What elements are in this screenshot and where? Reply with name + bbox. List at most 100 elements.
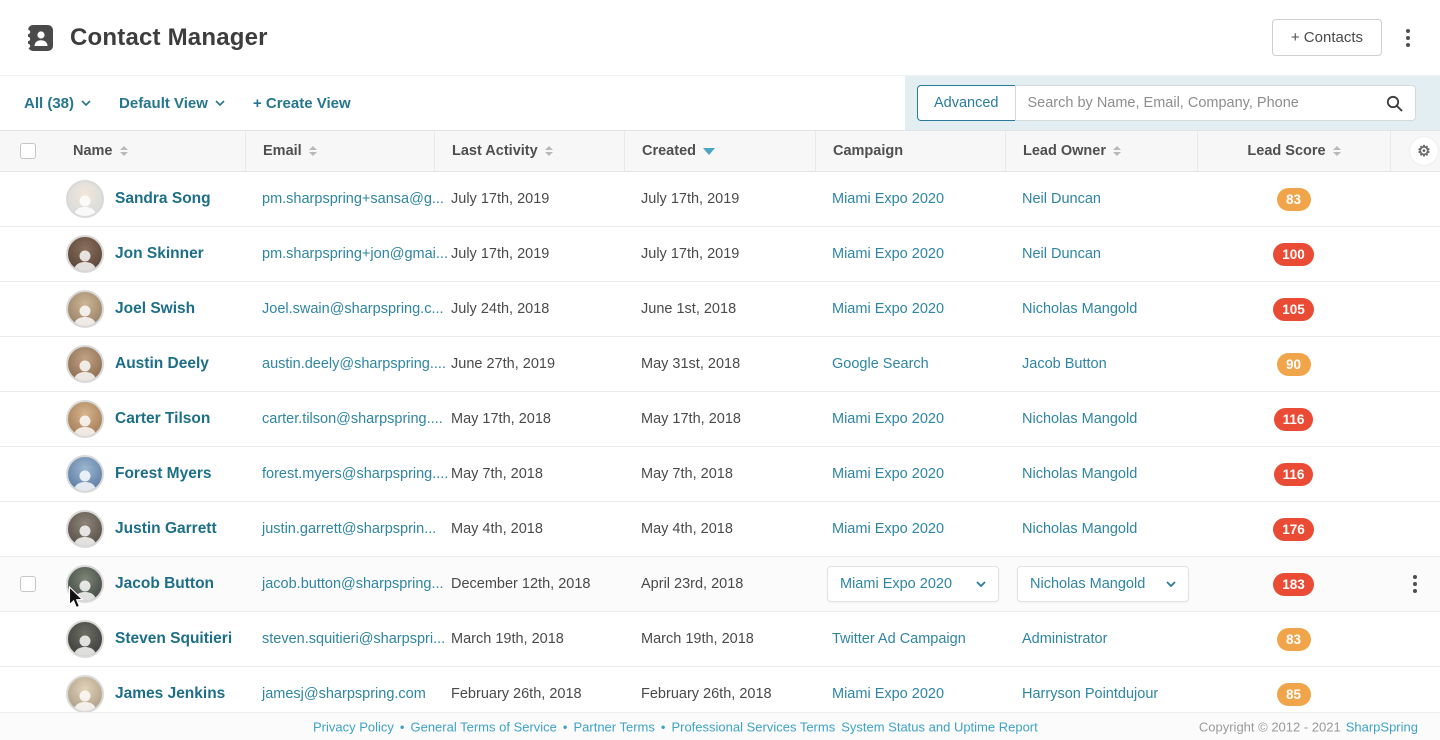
column-header-email[interactable]: Email [245,131,434,171]
contact-name-link[interactable]: James Jenkins [115,685,225,703]
avatar[interactable] [66,455,104,493]
contact-name-link[interactable]: Steven Squitieri [115,630,232,648]
table-row-hovered[interactable]: Jacob Button jacob.button@sharpspring...… [0,557,1440,612]
campaign-link[interactable]: Miami Expo 2020 [832,301,944,317]
campaign-link[interactable]: Miami Expo 2020 [832,411,944,427]
column-header-created[interactable]: Created [624,131,815,171]
contact-email-link[interactable]: jamesj@sharpspring.com [262,686,426,702]
contact-name-link[interactable]: Austin Deely [115,355,209,373]
campaign-dropdown-value: Miami Expo 2020 [840,576,952,592]
campaign-link[interactable]: Miami Expo 2020 [832,686,944,702]
avatar[interactable] [66,290,104,328]
footer-link-general-terms[interactable]: General Terms of Service [410,719,556,734]
contact-name-link[interactable]: Joel Swish [115,300,195,318]
created-value: June 1st, 2018 [624,282,815,336]
contact-name-link[interactable]: Jacob Button [115,575,214,593]
column-header-lead-owner[interactable]: Lead Owner [1005,131,1197,171]
add-contacts-button[interactable]: + Contacts [1272,19,1382,56]
created-value: July 17th, 2019 [624,227,815,281]
column-header-last-activity[interactable]: Last Activity [434,131,624,171]
lead-owner-link[interactable]: Administrator [1022,631,1107,647]
campaign-link[interactable]: Miami Expo 2020 [832,521,944,537]
sharpspring-link[interactable]: SharpSpring [1346,719,1418,734]
column-header-lead-score[interactable]: Lead Score [1197,131,1390,171]
footer-link-privacy[interactable]: Privacy Policy [313,719,394,734]
created-value: May 31st, 2018 [624,337,815,391]
lead-owner-link[interactable]: Nicholas Mangold [1022,466,1137,482]
avatar[interactable] [66,675,104,712]
contact-name-link[interactable]: Carter Tilson [115,410,210,428]
column-header-name[interactable]: Name [56,131,245,171]
campaign-link[interactable]: Miami Expo 2020 [832,466,944,482]
campaign-link[interactable]: Miami Expo 2020 [832,246,944,262]
all-contacts-dropdown[interactable]: All (38) [24,95,91,112]
contact-name-link[interactable]: Forest Myers [115,465,211,483]
avatar[interactable] [66,565,104,603]
table-row[interactable]: Carter Tilson carter.tilson@sharpspring.… [0,392,1440,447]
search-input[interactable] [1016,86,1387,120]
lead-owner-link[interactable]: Neil Duncan [1022,246,1101,262]
chevron-down-icon [215,100,225,106]
advanced-search-button[interactable]: Advanced [917,85,1015,121]
search-panel: Advanced [905,76,1440,130]
created-value: April 23rd, 2018 [624,557,815,611]
gear-icon[interactable]: ⚙ [1410,137,1438,165]
lead-owner-dropdown[interactable]: Nicholas Mangold [1017,566,1189,602]
overflow-menu-icon[interactable] [1400,25,1416,51]
campaign-link[interactable]: Google Search [832,356,929,372]
last-activity-value: June 27th, 2019 [434,337,624,391]
contact-name-link[interactable]: Sandra Song [115,190,211,208]
lead-owner-link[interactable]: Neil Duncan [1022,191,1101,207]
contact-email-link[interactable]: carter.tilson@sharpspring.... [262,411,443,427]
footer-link-system-status[interactable]: System Status and Uptime Report [841,719,1038,734]
contact-email-link[interactable]: justin.garrett@sharpsprin... [262,521,436,537]
table-row[interactable]: Steven Squitieri steven.squitieri@sharps… [0,612,1440,667]
contact-email-link[interactable]: austin.deely@sharpspring.... [262,356,446,372]
campaign-link[interactable]: Twitter Ad Campaign [832,631,966,647]
table-row[interactable]: James Jenkins jamesj@sharpspring.com Feb… [0,667,1440,712]
search-icon[interactable] [1386,95,1403,112]
contact-email-link[interactable]: Joel.swain@sharpspring.c... [262,301,444,317]
avatar[interactable] [66,400,104,438]
contact-email-link[interactable]: pm.sharpspring+sansa@g... [262,191,444,207]
footer-link-partner-terms[interactable]: Partner Terms [573,719,654,734]
campaign-link[interactable]: Miami Expo 2020 [832,191,944,207]
contact-email-link[interactable]: jacob.button@sharpspring... [262,576,444,592]
contact-email-link[interactable]: pm.sharpspring+jon@gmai... [262,246,448,262]
contact-name-link[interactable]: Justin Garrett [115,520,217,538]
lead-score-badge: 116 [1274,408,1314,431]
lead-owner-link[interactable]: Harryson Pointdujour [1022,686,1158,702]
row-checkbox[interactable] [20,576,36,592]
footer-link-professional-services[interactable]: Professional Services Terms [671,719,835,734]
table-row[interactable]: Austin Deely austin.deely@sharpspring...… [0,337,1440,392]
contact-name-link[interactable]: Jon Skinner [115,245,204,263]
avatar[interactable] [66,235,104,273]
table-row[interactable]: Jon Skinner pm.sharpspring+jon@gmai... J… [0,227,1440,282]
lead-owner-link[interactable]: Nicholas Mangold [1022,411,1137,427]
select-all-checkbox[interactable] [20,143,36,159]
row-actions-icon[interactable] [1407,571,1423,597]
created-value: May 4th, 2018 [624,502,815,556]
brand: Contact Manager [24,22,268,54]
avatar[interactable] [66,620,104,658]
lead-owner-link[interactable]: Nicholas Mangold [1022,301,1137,317]
page-title: Contact Manager [70,24,268,52]
table-row[interactable]: Sandra Song pm.sharpspring+sansa@g... Ju… [0,172,1440,227]
view-selector-dropdown[interactable]: Default View [119,95,225,112]
sort-icon [120,146,128,156]
lead-owner-link[interactable]: Nicholas Mangold [1022,521,1137,537]
lead-owner-link[interactable]: Jacob Button [1022,356,1107,372]
avatar[interactable] [66,510,104,548]
create-view-link[interactable]: + Create View [253,95,351,112]
avatar[interactable] [66,345,104,383]
campaign-dropdown[interactable]: Miami Expo 2020 [827,566,999,602]
table-row[interactable]: Joel Swish Joel.swain@sharpspring.c... J… [0,282,1440,337]
table-row[interactable]: Justin Garrett justin.garrett@sharpsprin… [0,502,1440,557]
footer-separator: • [661,719,666,734]
avatar[interactable] [66,180,104,218]
contact-email-link[interactable]: steven.squitieri@sharpspri... [262,631,445,647]
column-header-campaign[interactable]: Campaign [815,131,1005,171]
table-row[interactable]: Forest Myers forest.myers@sharpspring...… [0,447,1440,502]
contact-email-link[interactable]: forest.myers@sharpspring.... [262,466,448,482]
copyright: Copyright © 2012 - 2021 SharpSpring [1199,719,1418,734]
